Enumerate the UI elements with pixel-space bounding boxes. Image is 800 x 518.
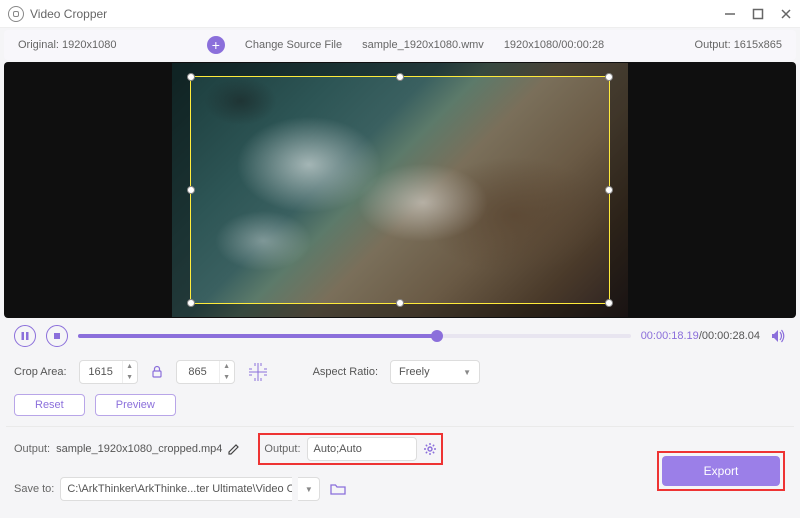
crop-handle-nw[interactable]	[187, 73, 195, 81]
close-button[interactable]	[780, 8, 792, 20]
save-to-label: Save to:	[14, 483, 54, 495]
minimize-button[interactable]	[724, 8, 736, 20]
output-file-label: Output:	[14, 443, 50, 455]
crop-rectangle[interactable]	[190, 76, 610, 305]
crop-handle-w[interactable]	[187, 186, 195, 194]
output-settings-gear-icon[interactable]	[423, 442, 437, 456]
crop-area-label: Crop Area:	[14, 366, 67, 378]
open-folder-icon[interactable]	[330, 482, 346, 496]
save-path-dropdown[interactable]: ▼	[298, 477, 320, 501]
aspect-ratio-select[interactable]: Freely ▼	[390, 360, 480, 384]
chevron-down-icon: ▼	[463, 368, 471, 377]
maximize-button[interactable]	[752, 8, 764, 20]
info-bar: Original: 1920x1080 + Change Source File…	[4, 30, 796, 60]
timeline-thumb[interactable]	[431, 330, 443, 342]
output-size: Output: 1615x865	[695, 39, 782, 51]
timeline-fill	[78, 334, 437, 338]
crop-width-field[interactable]	[80, 366, 122, 378]
crop-handle-n[interactable]	[396, 73, 404, 81]
crop-params-row: Crop Area: ▲▼ ▲▼ Aspect Ratio: Freely ▼	[0, 354, 800, 390]
action-buttons-row: Reset Preview	[0, 390, 800, 426]
width-up[interactable]: ▲	[123, 361, 137, 372]
crop-handle-s[interactable]	[396, 299, 404, 307]
output-settings-highlight: Output: Auto;Auto	[258, 433, 442, 465]
pause-button[interactable]	[14, 325, 36, 347]
output-settings-label: Output:	[264, 443, 300, 455]
crop-handle-se[interactable]	[605, 299, 613, 307]
crop-handle-ne[interactable]	[605, 73, 613, 81]
aspect-ratio-label: Aspect Ratio:	[313, 366, 378, 378]
crop-handle-e[interactable]	[605, 186, 613, 194]
height-down[interactable]: ▼	[220, 372, 234, 383]
app-title: Video Cropper	[30, 7, 724, 21]
crop-width-input[interactable]: ▲▼	[79, 360, 138, 384]
output-settings-value: Auto;Auto	[307, 437, 417, 461]
output-file-value: sample_1920x1080_cropped.mp4	[56, 443, 222, 455]
width-down[interactable]: ▼	[123, 372, 137, 383]
playback-controls: 00:00:18.19/00:00:28.04	[0, 318, 800, 354]
height-up[interactable]: ▲	[220, 361, 234, 372]
app-logo-icon	[8, 6, 24, 22]
original-size: Original: 1920x1080	[18, 39, 116, 51]
stop-button[interactable]	[46, 325, 68, 347]
reset-button[interactable]: Reset	[14, 394, 85, 416]
source-filename: sample_1920x1080.wmv	[362, 39, 484, 51]
edit-filename-icon[interactable]	[228, 443, 240, 455]
volume-button[interactable]	[770, 328, 786, 344]
save-path-box: C:\ArkThinker\ArkThinke...ter Ultimate\V…	[60, 477, 292, 501]
title-bar: Video Cropper	[0, 0, 800, 28]
crop-height-field[interactable]	[177, 366, 219, 378]
center-crop-icon[interactable]	[247, 361, 269, 383]
timeline-slider[interactable]	[78, 334, 631, 338]
crop-height-input[interactable]: ▲▼	[176, 360, 235, 384]
change-source-link[interactable]: Change Source File	[245, 39, 342, 51]
export-button[interactable]: Export	[662, 456, 780, 486]
crop-handle-sw[interactable]	[187, 299, 195, 307]
preview-button[interactable]: Preview	[95, 394, 176, 416]
lock-aspect-icon[interactable]	[150, 365, 164, 379]
add-source-button[interactable]: +	[207, 36, 225, 54]
source-resolution-duration: 1920x1080/00:00:28	[504, 39, 604, 51]
time-display: 00:00:18.19/00:00:28.04	[641, 330, 760, 342]
video-frame[interactable]	[172, 63, 628, 317]
video-preview	[4, 62, 796, 318]
